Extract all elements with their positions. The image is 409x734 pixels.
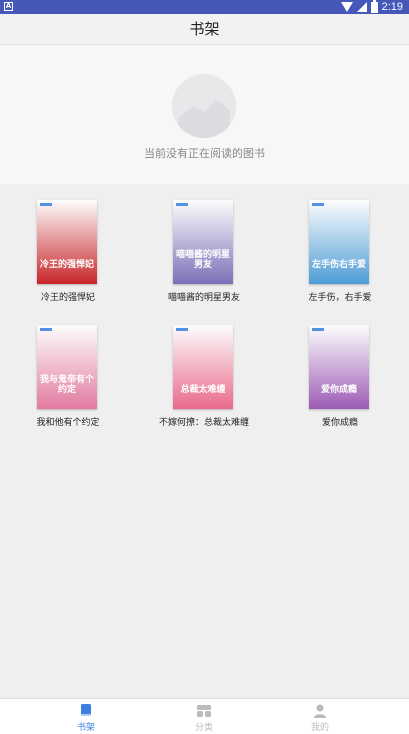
book-cover-title: 爱你成瘾 bbox=[320, 385, 357, 395]
book-cover[interactable]: 我与鬼帝有个约定 bbox=[37, 325, 97, 409]
book-cover[interactable]: 左手伤右手爱 bbox=[309, 200, 369, 284]
status-icons: 2:19 bbox=[340, 0, 403, 14]
book-cover-title: 我与鬼帝有个约定 bbox=[39, 375, 94, 395]
publisher-logo-icon bbox=[312, 203, 324, 206]
nav-label-profile: 我的 bbox=[310, 723, 329, 733]
book-cover-title: 喵喵酱的明星男友 bbox=[175, 250, 230, 270]
category-icon bbox=[197, 705, 211, 717]
nav-item-bookshelf[interactable]: 书架 bbox=[56, 703, 116, 733]
profile-icon bbox=[314, 704, 326, 718]
book-cover[interactable]: 爱你成瘾 bbox=[309, 325, 369, 409]
book-title[interactable]: 冷王的强悍妃 bbox=[0, 290, 136, 303]
book-title[interactable]: 爱你成瘾 bbox=[272, 415, 408, 428]
book-title[interactable]: 喵喵酱的明星男友 bbox=[136, 290, 272, 303]
publisher-logo-icon bbox=[312, 328, 324, 331]
publisher-logo-icon bbox=[40, 328, 52, 331]
bookshelf-grid: 冷王的强悍妃 冷王的强悍妃 喵喵酱的明星男友 喵喵酱的明星男友 左手伤右手爱 左… bbox=[0, 184, 409, 698]
current-reading-panel: 当前没有正在阅读的图书 bbox=[0, 45, 409, 184]
publisher-logo-icon bbox=[176, 203, 188, 206]
book-cover-title: 冷王的强悍妃 bbox=[39, 260, 94, 270]
book-cover[interactable]: 喵喵酱的明星男友 bbox=[173, 200, 233, 284]
bookshelf-icon bbox=[81, 704, 91, 717]
book-title[interactable]: 左手伤，右手爱 bbox=[272, 290, 408, 303]
signal-icon bbox=[356, 2, 367, 12]
app-badge-icon: A bbox=[4, 2, 13, 11]
book-cover[interactable]: 总裁太难缠 bbox=[173, 325, 233, 409]
bottom-navigation: 书架 分类 我的 bbox=[0, 698, 409, 734]
page-title: 书架 bbox=[0, 14, 409, 45]
publisher-logo-icon bbox=[40, 203, 52, 206]
book-title[interactable]: 不嫁何撩：总裁太难缠 bbox=[136, 415, 272, 428]
wifi-icon bbox=[340, 2, 353, 12]
status-bar: A 2:19 bbox=[0, 0, 409, 14]
status-time: 2:19 bbox=[381, 1, 403, 13]
empty-state-message: 当前没有正在阅读的图书 bbox=[144, 147, 265, 160]
book-cover-title: 左手伤右手爱 bbox=[311, 260, 366, 270]
publisher-logo-icon bbox=[176, 328, 188, 331]
empty-placeholder-icon bbox=[172, 74, 236, 138]
book-cover[interactable]: 冷王的强悍妃 bbox=[37, 200, 97, 284]
nav-item-profile[interactable]: 我的 bbox=[290, 703, 350, 733]
nav-label-bookshelf: 书架 bbox=[76, 723, 95, 733]
battery-icon bbox=[370, 0, 378, 13]
nav-item-category[interactable]: 分类 bbox=[174, 703, 234, 733]
nav-label-category: 分类 bbox=[194, 723, 213, 733]
book-cover-title: 总裁太难缠 bbox=[180, 385, 226, 395]
book-title[interactable]: 我和他有个约定 bbox=[0, 415, 136, 428]
